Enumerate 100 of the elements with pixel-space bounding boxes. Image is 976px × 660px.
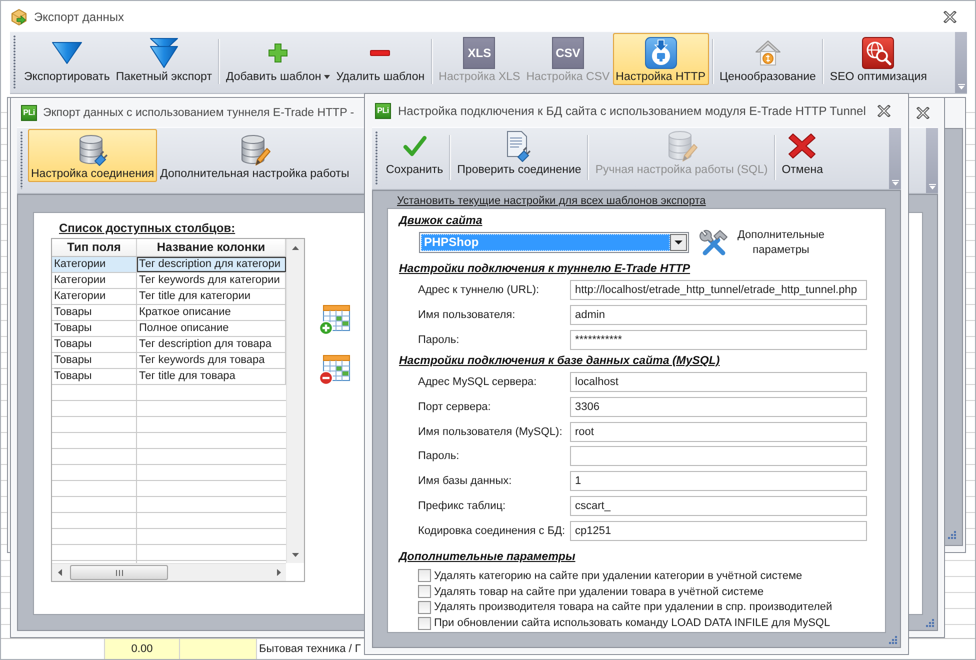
checkbox-label: Удалять категорию на сайте при удалении категории в учётной системе xyxy=(434,570,802,582)
double-down-arrow-icon xyxy=(148,37,179,69)
input-field[interactable]: http://localhost/etrade_http_tunnel/etrade_http_tunnel.php xyxy=(570,280,867,300)
checkbox[interactable] xyxy=(418,585,431,598)
table-row[interactable]: Категории Тег description для категори xyxy=(52,257,286,273)
table-cell: Категории xyxy=(52,273,137,288)
apply-all-link[interactable]: Установить текущие настройки для всех шаблонов экспорта xyxy=(397,194,706,208)
resize-grip-icon xyxy=(948,531,956,539)
database-pencil-icon xyxy=(666,130,698,162)
field-label: Имя базы данных: xyxy=(418,475,513,488)
checkbox-label: При обновлении сайта использовать команду LOAD DATA INFILE для MySQL xyxy=(434,617,830,630)
toolbar-button[interactable]: Сохранить xyxy=(383,129,446,178)
grip-dots-icon[interactable] xyxy=(20,131,23,189)
field-label: Имя пользователя (MySQL): xyxy=(418,426,564,438)
toolbar-button[interactable]: Проверить соединение xyxy=(454,129,584,178)
table-cell: Категории xyxy=(52,289,137,304)
input-field[interactable]: cscart_ xyxy=(570,496,867,516)
database-plug-icon xyxy=(76,134,109,166)
toolbar-button[interactable]: SEO оптимизация xyxy=(826,33,930,85)
cross-icon xyxy=(787,132,818,160)
table-row[interactable]: Товары Тег description для товара xyxy=(52,337,286,353)
checkbox-label: Удалять производителя товара на сайте при удалении в спр. производителей xyxy=(434,601,832,614)
checkbox[interactable] xyxy=(418,616,431,630)
input-field[interactable]: localhost xyxy=(570,372,867,392)
toolbar-overflow-button[interactable] xyxy=(926,128,938,193)
input-field[interactable]: admin xyxy=(570,305,867,326)
table-row[interactable]: Товары Тег keywords для товара xyxy=(52,353,286,369)
caret-icon xyxy=(324,75,330,79)
section-heading: Дополнительные параметры xyxy=(399,550,576,564)
table-cell: Категории xyxy=(52,257,137,272)
toolbar-button[interactable]: Дополнительная настройка работы xyxy=(157,129,352,182)
input-field[interactable]: root xyxy=(570,422,867,442)
chevron-down-icon xyxy=(928,184,936,190)
table-row[interactable]: Товары Тег title для товара xyxy=(52,369,286,385)
document-plug-icon xyxy=(505,130,534,162)
grid-plus-icon xyxy=(318,304,350,336)
remove-column-button[interactable] xyxy=(318,354,350,386)
toolbar-overflow-button[interactable] xyxy=(889,128,901,189)
app-logo: PLi xyxy=(375,102,391,118)
grip-lines-icon xyxy=(116,570,122,576)
checkbox[interactable] xyxy=(418,600,431,614)
table-cell: Тег description для категори xyxy=(137,257,286,272)
file-format-badge: CSV xyxy=(552,37,584,69)
toolbar-button[interactable]: Пакетный экспорт xyxy=(112,33,215,85)
plus-icon xyxy=(268,43,288,63)
input-field[interactable]: 1 xyxy=(570,471,867,492)
chevron-down-icon xyxy=(892,180,898,186)
toolbar-button[interactable]: Настройка соединения xyxy=(28,129,158,182)
window-title: Экспорт данных xyxy=(34,10,124,24)
list-title: Список доступных столбцов: xyxy=(59,221,236,235)
toolbar-button[interactable]: Настройка HTTP xyxy=(612,33,709,85)
vertical-scrollbar[interactable] xyxy=(286,239,304,563)
field-label: Адрес MySQL сервера: xyxy=(418,376,538,388)
table-cell: Товары xyxy=(52,321,137,336)
column-header: Тип поля xyxy=(52,239,137,256)
input-field[interactable]: *********** xyxy=(570,330,867,350)
add-column-button[interactable] xyxy=(318,304,350,336)
chevron-down-icon xyxy=(958,84,964,90)
field-label: Адрес к туннелю (URL): xyxy=(418,284,540,296)
field-label: Пароль: xyxy=(418,334,460,346)
toolbar-button[interactable]: Удалить шаблон xyxy=(333,33,428,85)
package-icon xyxy=(10,8,28,26)
down-arrow-icon xyxy=(50,41,83,65)
field-label: Пароль: xyxy=(418,450,460,462)
toolbar-button[interactable]: Добавить шаблон xyxy=(222,33,334,85)
section-heading: Настройки подключения к базе данных сайта (MySQL) xyxy=(399,354,720,368)
toolbar-button[interactable]: Ценообразование xyxy=(716,33,819,85)
toolbar-button[interactable]: Отмена xyxy=(778,129,826,178)
window-title: Экпорт данных с использованием туннеля E-Trade HTTP - xyxy=(43,106,354,118)
table-row[interactable]: Товары Краткое описание xyxy=(52,305,286,321)
extra-parameters-button[interactable]: Дополнительные параметры xyxy=(699,228,827,258)
arrow-left-icon xyxy=(58,569,62,576)
resize-grip-icon xyxy=(889,636,897,644)
input-field[interactable] xyxy=(570,446,867,466)
globe-search-icon xyxy=(862,37,894,69)
table-row[interactable]: Категории Тег title для категории xyxy=(52,289,286,305)
field-label: Префикс таблиц: xyxy=(418,500,507,512)
grip-dots-icon[interactable] xyxy=(375,131,378,185)
table-row[interactable]: Категории Тег keywords для категории xyxy=(52,273,286,289)
horizontal-scrollbar[interactable] xyxy=(52,563,286,581)
table-cell: Товары xyxy=(52,353,137,368)
arrow-right-icon xyxy=(277,569,281,576)
section-heading: Настройки подключения к туннелю E-Trade HTTP xyxy=(399,262,690,276)
file-format-badge: XLS xyxy=(463,37,496,69)
close-icon xyxy=(943,11,957,23)
input-field[interactable]: cp1251 xyxy=(570,520,867,541)
minus-icon xyxy=(370,50,390,56)
scrollbar-thumb[interactable] xyxy=(70,565,168,580)
table-row[interactable]: Товары Полное описание xyxy=(52,321,286,337)
checkbox[interactable] xyxy=(418,569,431,582)
table-cell: Товары xyxy=(52,369,137,384)
close-icon xyxy=(916,106,930,118)
input-field[interactable]: 3306 xyxy=(570,397,867,418)
toolbar-button[interactable]: Экспортировать xyxy=(21,33,113,85)
tools-icon xyxy=(699,228,729,256)
grip-dots-icon[interactable] xyxy=(13,35,16,89)
grid-minus-icon xyxy=(318,354,350,386)
section-heading: Движок сайта xyxy=(399,214,482,228)
field-label: Кодировка соединения с БД: xyxy=(418,524,566,537)
toolbar-overflow-button[interactable] xyxy=(955,32,967,93)
